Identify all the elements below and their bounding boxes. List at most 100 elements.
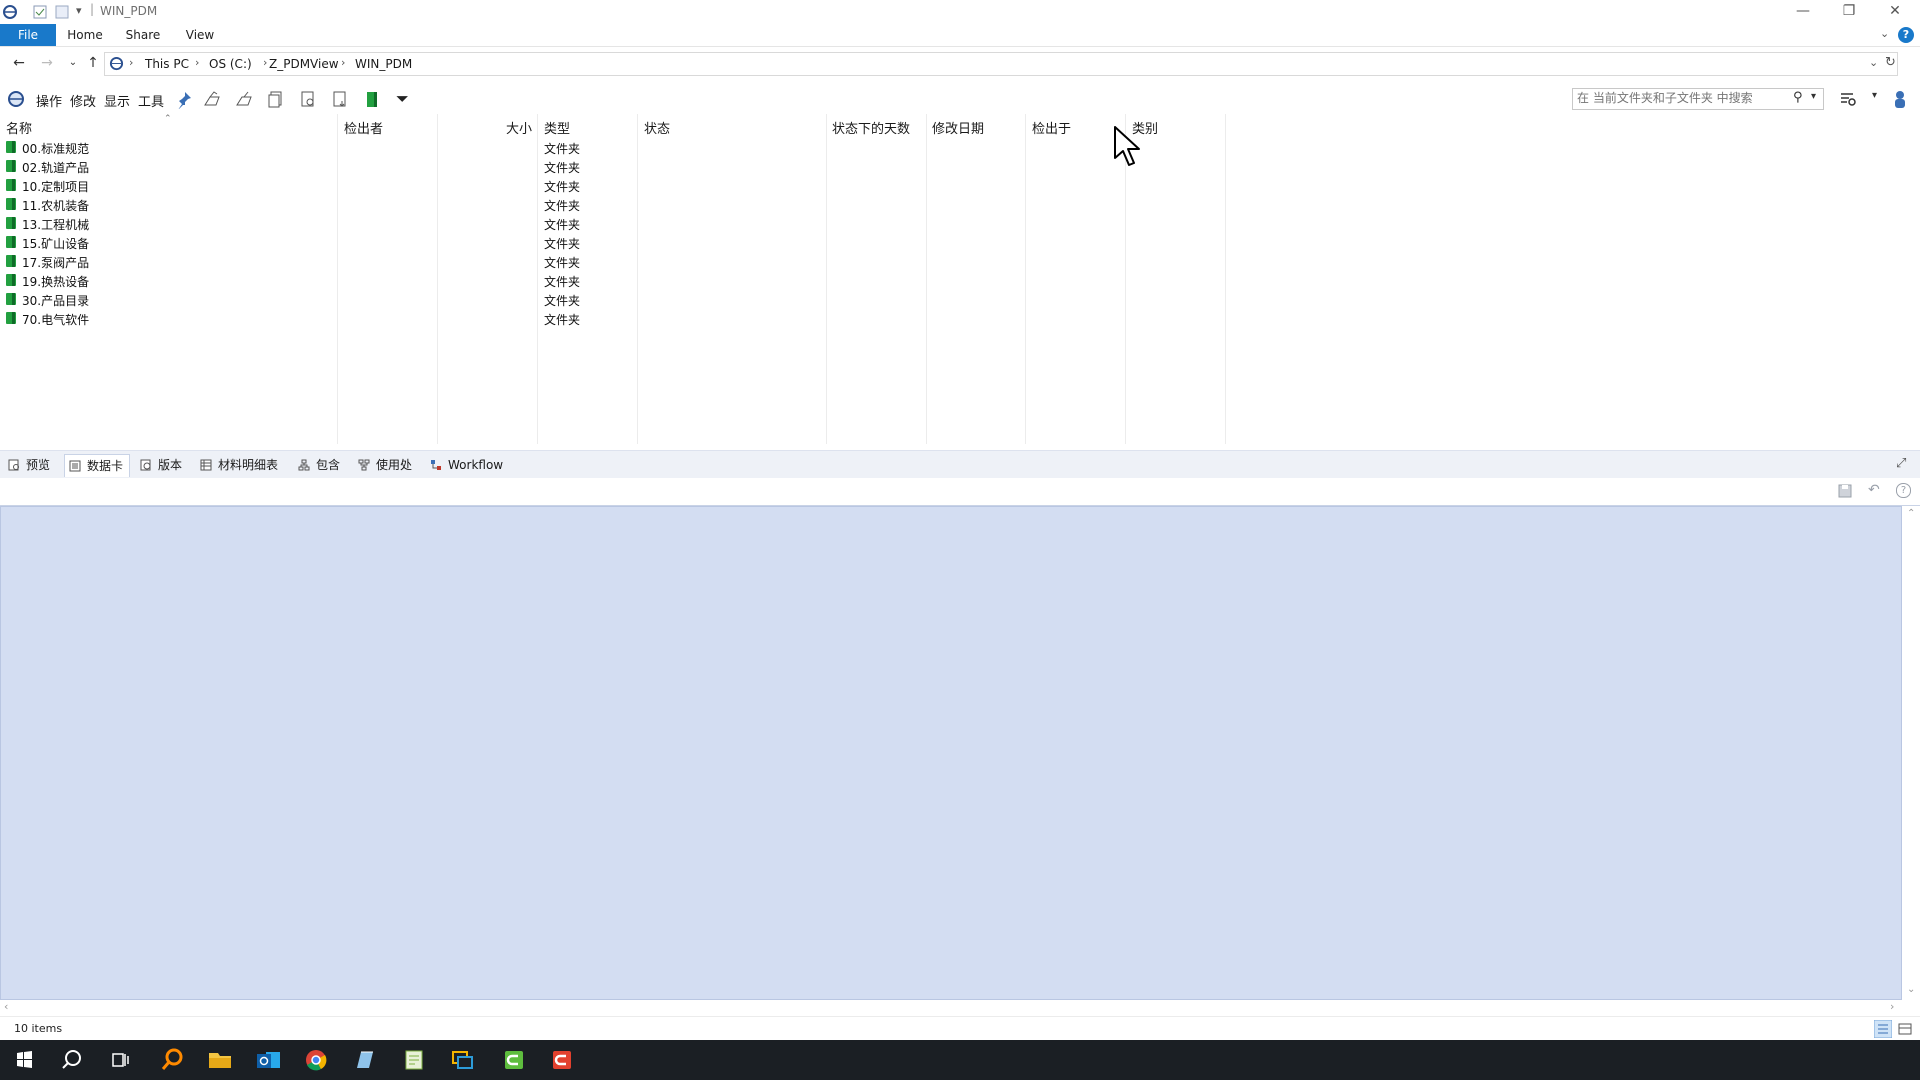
- details-view-icon[interactable]: [1874, 1020, 1892, 1038]
- column-header-checked-out-by[interactable]: 检出者: [344, 118, 383, 137]
- pdm-app-icon[interactable]: [2, 4, 18, 20]
- check-out-icon[interactable]: [202, 89, 222, 109]
- column-header-modified-date[interactable]: 修改日期: [932, 118, 984, 137]
- get-latest-icon[interactable]: [330, 89, 350, 109]
- tab-workflow[interactable]: Workflow: [426, 454, 503, 476]
- close-button[interactable]: ✕: [1872, 0, 1918, 24]
- breadcrumb-this-pc[interactable]: This PC: [145, 57, 189, 71]
- search-options-dropdown-icon[interactable]: ▾: [1872, 90, 1877, 101]
- search-file-icon[interactable]: [298, 89, 318, 109]
- tab-share[interactable]: Share: [122, 24, 164, 46]
- quick-access-dropdown-icon[interactable]: ▾: [76, 4, 82, 17]
- task-view-icon[interactable]: [96, 1040, 144, 1080]
- back-button[interactable]: ←: [10, 55, 28, 71]
- recent-locations-icon[interactable]: ⌄: [64, 55, 82, 71]
- remote-desktop-icon[interactable]: [438, 1040, 486, 1080]
- folder-name: 15.矿山设备: [22, 237, 90, 251]
- forward-button[interactable]: →: [38, 55, 56, 71]
- red-c-app-icon[interactable]: [538, 1040, 586, 1080]
- table-row[interactable]: 02.轨道产品 文件夹: [0, 157, 1300, 176]
- notepad-icon[interactable]: [340, 1040, 388, 1080]
- column-header-size[interactable]: 大小: [506, 118, 532, 137]
- table-row[interactable]: 13.工程机械 文件夹: [0, 214, 1300, 233]
- restore-button[interactable]: ❐: [1826, 0, 1872, 24]
- tab-contains[interactable]: 包含: [294, 454, 340, 476]
- scroll-up-icon[interactable]: ⌃: [1907, 508, 1915, 519]
- scroll-down-icon[interactable]: ⌄: [1907, 984, 1915, 995]
- folder-name: 70.电气软件: [22, 313, 90, 327]
- search-icon[interactable]: ⚲: [1793, 90, 1803, 105]
- table-row[interactable]: 00.标准规范 文件夹: [0, 138, 1300, 157]
- column-header-type[interactable]: 类型: [544, 118, 570, 137]
- maximize-panel-icon[interactable]: ⤢: [1896, 456, 1906, 471]
- green-folder-icon[interactable]: [362, 89, 382, 109]
- tab-version[interactable]: 版本: [136, 454, 182, 476]
- minimize-button[interactable]: —: [1780, 0, 1826, 24]
- table-row[interactable]: 19.换热设备 文件夹: [0, 271, 1300, 290]
- search-options-icon[interactable]: [1838, 89, 1858, 109]
- windows-start-icon[interactable]: [0, 1040, 48, 1080]
- sheet-app-icon[interactable]: [390, 1040, 438, 1080]
- user-icon[interactable]: [1890, 89, 1910, 109]
- table-row[interactable]: 17.泵阀产品 文件夹: [0, 252, 1300, 271]
- menu-tools[interactable]: 工具: [138, 91, 164, 110]
- address-bar[interactable]: › This PC › OS (C:) › Z_PDMView › WIN_PD…: [104, 52, 1898, 76]
- search-dropdown-icon[interactable]: ▾: [1811, 91, 1816, 102]
- vault-view-icon[interactable]: [6, 89, 26, 109]
- table-row[interactable]: 11.农机装备 文件夹: [0, 195, 1300, 214]
- search-input[interactable]: [1573, 89, 1781, 107]
- item-count: 10 items: [14, 1022, 63, 1035]
- table-row[interactable]: 10.定制项目 文件夹: [0, 176, 1300, 195]
- check-in-icon[interactable]: [234, 89, 254, 109]
- menu-display[interactable]: 显示: [104, 91, 130, 110]
- breadcrumb-os-c[interactable]: OS (C:): [209, 57, 252, 71]
- large-icons-view-icon[interactable]: [1896, 1020, 1914, 1038]
- search-box[interactable]: ⚲ ▾: [1572, 88, 1824, 110]
- datacard-help-icon[interactable]: ?: [1896, 483, 1911, 498]
- tab-where-used[interactable]: 使用处: [354, 454, 412, 476]
- more-tools-dropdown-icon[interactable]: ⏷: [396, 89, 409, 109]
- column-header-days-in-state[interactable]: 状态下的天数: [832, 118, 910, 137]
- pin-icon[interactable]: [174, 89, 194, 109]
- help-icon[interactable]: ?: [1898, 27, 1914, 43]
- search-icon[interactable]: [48, 1040, 96, 1080]
- column-header-state[interactable]: 状态: [644, 118, 670, 137]
- tab-datacard[interactable]: 数据卡: [64, 454, 131, 477]
- scroll-right-icon[interactable]: ›: [1890, 1000, 1894, 1013]
- chrome-icon[interactable]: [292, 1040, 340, 1080]
- panel-tabs: 预览 数据卡 版本 材料明细表 包含 使用处 Workflow ⤢: [0, 450, 1920, 479]
- tab-file[interactable]: File: [0, 24, 56, 46]
- address-dropdown-icon[interactable]: ⌄: [1869, 56, 1878, 69]
- copy-tree-icon[interactable]: [266, 89, 286, 109]
- up-button[interactable]: ↑: [84, 55, 102, 71]
- properties-icon[interactable]: [32, 4, 48, 20]
- breadcrumb-z-pdmview[interactable]: Z_PDMView: [269, 57, 339, 71]
- ribbon-expand-icon[interactable]: ⌄: [1880, 27, 1889, 40]
- column-header-checked-out-in[interactable]: 检出于: [1032, 118, 1071, 137]
- save-icon[interactable]: [1838, 484, 1852, 498]
- table-row[interactable]: 70.电气软件 文件夹: [0, 309, 1300, 328]
- datacard-panel[interactable]: [0, 506, 1902, 1000]
- file-explorer-icon[interactable]: [196, 1040, 244, 1080]
- scroll-left-icon[interactable]: ‹: [4, 1000, 8, 1013]
- menu-modify[interactable]: 修改: [70, 91, 96, 110]
- outlook-icon[interactable]: [244, 1040, 292, 1080]
- table-row[interactable]: 15.矿山设备 文件夹: [0, 233, 1300, 252]
- tab-bom[interactable]: 材料明细表: [196, 454, 278, 476]
- menu-operations[interactable]: 操作: [36, 91, 62, 110]
- refresh-icon[interactable]: ↻: [1885, 55, 1896, 70]
- tab-view[interactable]: View: [182, 24, 218, 46]
- vault-icon: [109, 56, 124, 71]
- tab-preview[interactable]: 预览: [4, 454, 50, 476]
- new-folder-icon[interactable]: [54, 4, 70, 20]
- undo-icon[interactable]: ↶: [1868, 482, 1880, 498]
- table-row[interactable]: 30.产品目录 文件夹: [0, 290, 1300, 309]
- tab-home[interactable]: Home: [66, 24, 104, 46]
- datacard-toolbar: ↶ ?: [0, 478, 1920, 506]
- vertical-scrollbar[interactable]: ⌃ ⌄: [1904, 506, 1920, 1000]
- search-app-icon[interactable]: [148, 1040, 196, 1080]
- breadcrumb-win-pdm[interactable]: WIN_PDM: [355, 57, 412, 71]
- column-header-name[interactable]: 名称: [6, 118, 32, 137]
- green-c-app-icon[interactable]: [490, 1040, 538, 1080]
- horizontal-scrollbar[interactable]: ‹ ›: [0, 1000, 1920, 1016]
